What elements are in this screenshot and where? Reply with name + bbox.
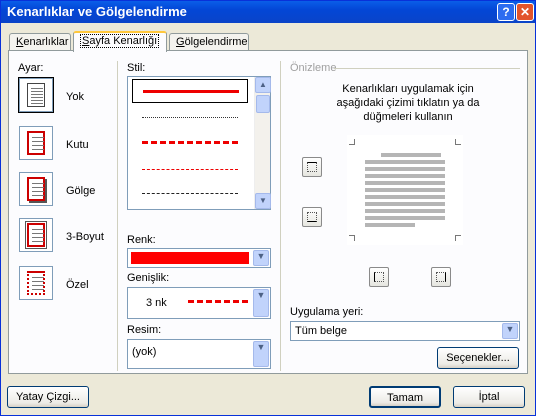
- horizontal-line-button-label: Yatay Çizgi...: [16, 391, 80, 403]
- cancel-button-label: İptal: [478, 391, 500, 403]
- left-border-button[interactable]: [369, 267, 389, 287]
- scroll-up-icon[interactable]: ▲: [255, 77, 271, 93]
- setting-box-icon[interactable]: [19, 126, 53, 160]
- chevron-down-icon[interactable]: ▼: [253, 289, 269, 317]
- style-item-dashed-thick[interactable]: [132, 131, 248, 155]
- column-divider: [117, 61, 118, 371]
- color-heading: Renk:: [127, 234, 156, 246]
- style-item-dotted[interactable]: [132, 105, 248, 129]
- style-list[interactable]: ▲ ▼: [127, 76, 271, 210]
- right-border-button[interactable]: [431, 267, 451, 287]
- style-item-solid-thick[interactable]: [132, 79, 248, 103]
- width-value: 3 nk: [146, 297, 167, 309]
- style-heading: Stil:: [127, 62, 146, 74]
- apply-to-value: Tüm belge: [295, 325, 347, 337]
- close-icon: ✕: [519, 5, 531, 19]
- right-border-icon: [436, 272, 446, 282]
- tab-borders[interactable]: Kenarlıklar: [9, 33, 71, 51]
- ok-button[interactable]: Tamam: [369, 386, 441, 408]
- tab-borders-label: enarlıklar: [23, 36, 69, 48]
- chevron-down-icon[interactable]: ▼: [253, 341, 269, 367]
- setting-box-label[interactable]: Kutu: [66, 139, 89, 151]
- help-icon: ?: [502, 5, 510, 19]
- options-button[interactable]: Seçenekler...: [437, 347, 519, 369]
- tab-shading[interactable]: Gölgelendirme: [169, 33, 249, 51]
- cancel-button[interactable]: İptal: [453, 386, 525, 408]
- column-divider-2: [280, 61, 281, 371]
- help-button[interactable]: ?: [497, 3, 515, 21]
- tab-shading-label: ölgelendirme: [184, 36, 248, 48]
- color-swatch: [131, 252, 249, 264]
- chevron-down-icon[interactable]: ▼: [502, 323, 518, 339]
- width-heading: Genişlik:: [127, 272, 170, 284]
- apply-to-heading: Uygulama yeri:: [290, 306, 364, 318]
- setting-3d-label[interactable]: 3-Boyut: [66, 231, 104, 243]
- width-sample-line: [188, 300, 248, 303]
- tab-page-border-label: ayfa Kenarlığı: [89, 35, 158, 47]
- dialog-window: Kenarlıklar ve Gölgelendirme ? ✕ Kenarlı…: [0, 0, 536, 416]
- setting-custom-icon[interactable]: [19, 266, 53, 300]
- preview-rule: [334, 68, 520, 69]
- top-border-button[interactable]: [302, 157, 322, 177]
- preview-heading: Önizleme: [290, 62, 337, 74]
- color-dropdown[interactable]: ▼: [127, 248, 271, 268]
- setting-none-icon[interactable]: [18, 77, 54, 113]
- window-title: Kenarlıklar ve Gölgelendirme: [7, 4, 187, 19]
- tab-shading-label-u: G: [176, 36, 185, 48]
- preview-instructions: Kenarlıkları uygulamak için aşağıdaki çi…: [336, 83, 480, 123]
- style-item-dashed-thin[interactable]: [132, 157, 248, 181]
- setting-shadow-label[interactable]: Gölge: [66, 185, 95, 197]
- tab-page-border[interactable]: Sayfa Kenarlığı: [73, 31, 167, 52]
- bottom-border-button[interactable]: [302, 207, 322, 227]
- art-value: (yok): [132, 346, 157, 358]
- scroll-down-icon[interactable]: ▼: [255, 193, 271, 209]
- preview-page[interactable]: [347, 135, 463, 245]
- left-border-icon: [374, 272, 384, 282]
- setting-none-label[interactable]: Yok: [66, 91, 84, 103]
- style-scrollbar[interactable]: ▲ ▼: [254, 77, 271, 209]
- art-dropdown[interactable]: (yok) ▼: [127, 339, 271, 369]
- style-item-dash-dot[interactable]: [132, 181, 248, 205]
- width-dropdown[interactable]: 3 nk ▼: [127, 287, 271, 319]
- apply-to-dropdown[interactable]: Tüm belge ▼: [290, 321, 520, 341]
- setting-3d-icon[interactable]: [19, 218, 53, 252]
- setting-shadow-icon[interactable]: [19, 172, 53, 206]
- close-button[interactable]: ✕: [516, 3, 534, 21]
- title-bar: Kenarlıklar ve Gölgelendirme ? ✕: [1, 1, 535, 23]
- scroll-thumb[interactable]: [256, 95, 270, 113]
- settings-heading: Ayar:: [18, 62, 44, 74]
- setting-custom-label[interactable]: Özel: [66, 279, 89, 291]
- bottom-border-icon: [307, 212, 317, 222]
- chevron-down-icon[interactable]: ▼: [253, 250, 269, 266]
- art-heading: Resim:: [127, 324, 162, 336]
- horizontal-line-button[interactable]: Yatay Çizgi...: [7, 386, 89, 408]
- options-button-label: Seçenekler...: [446, 352, 510, 364]
- top-border-icon: [307, 162, 317, 172]
- ok-button-label: Tamam: [386, 392, 424, 404]
